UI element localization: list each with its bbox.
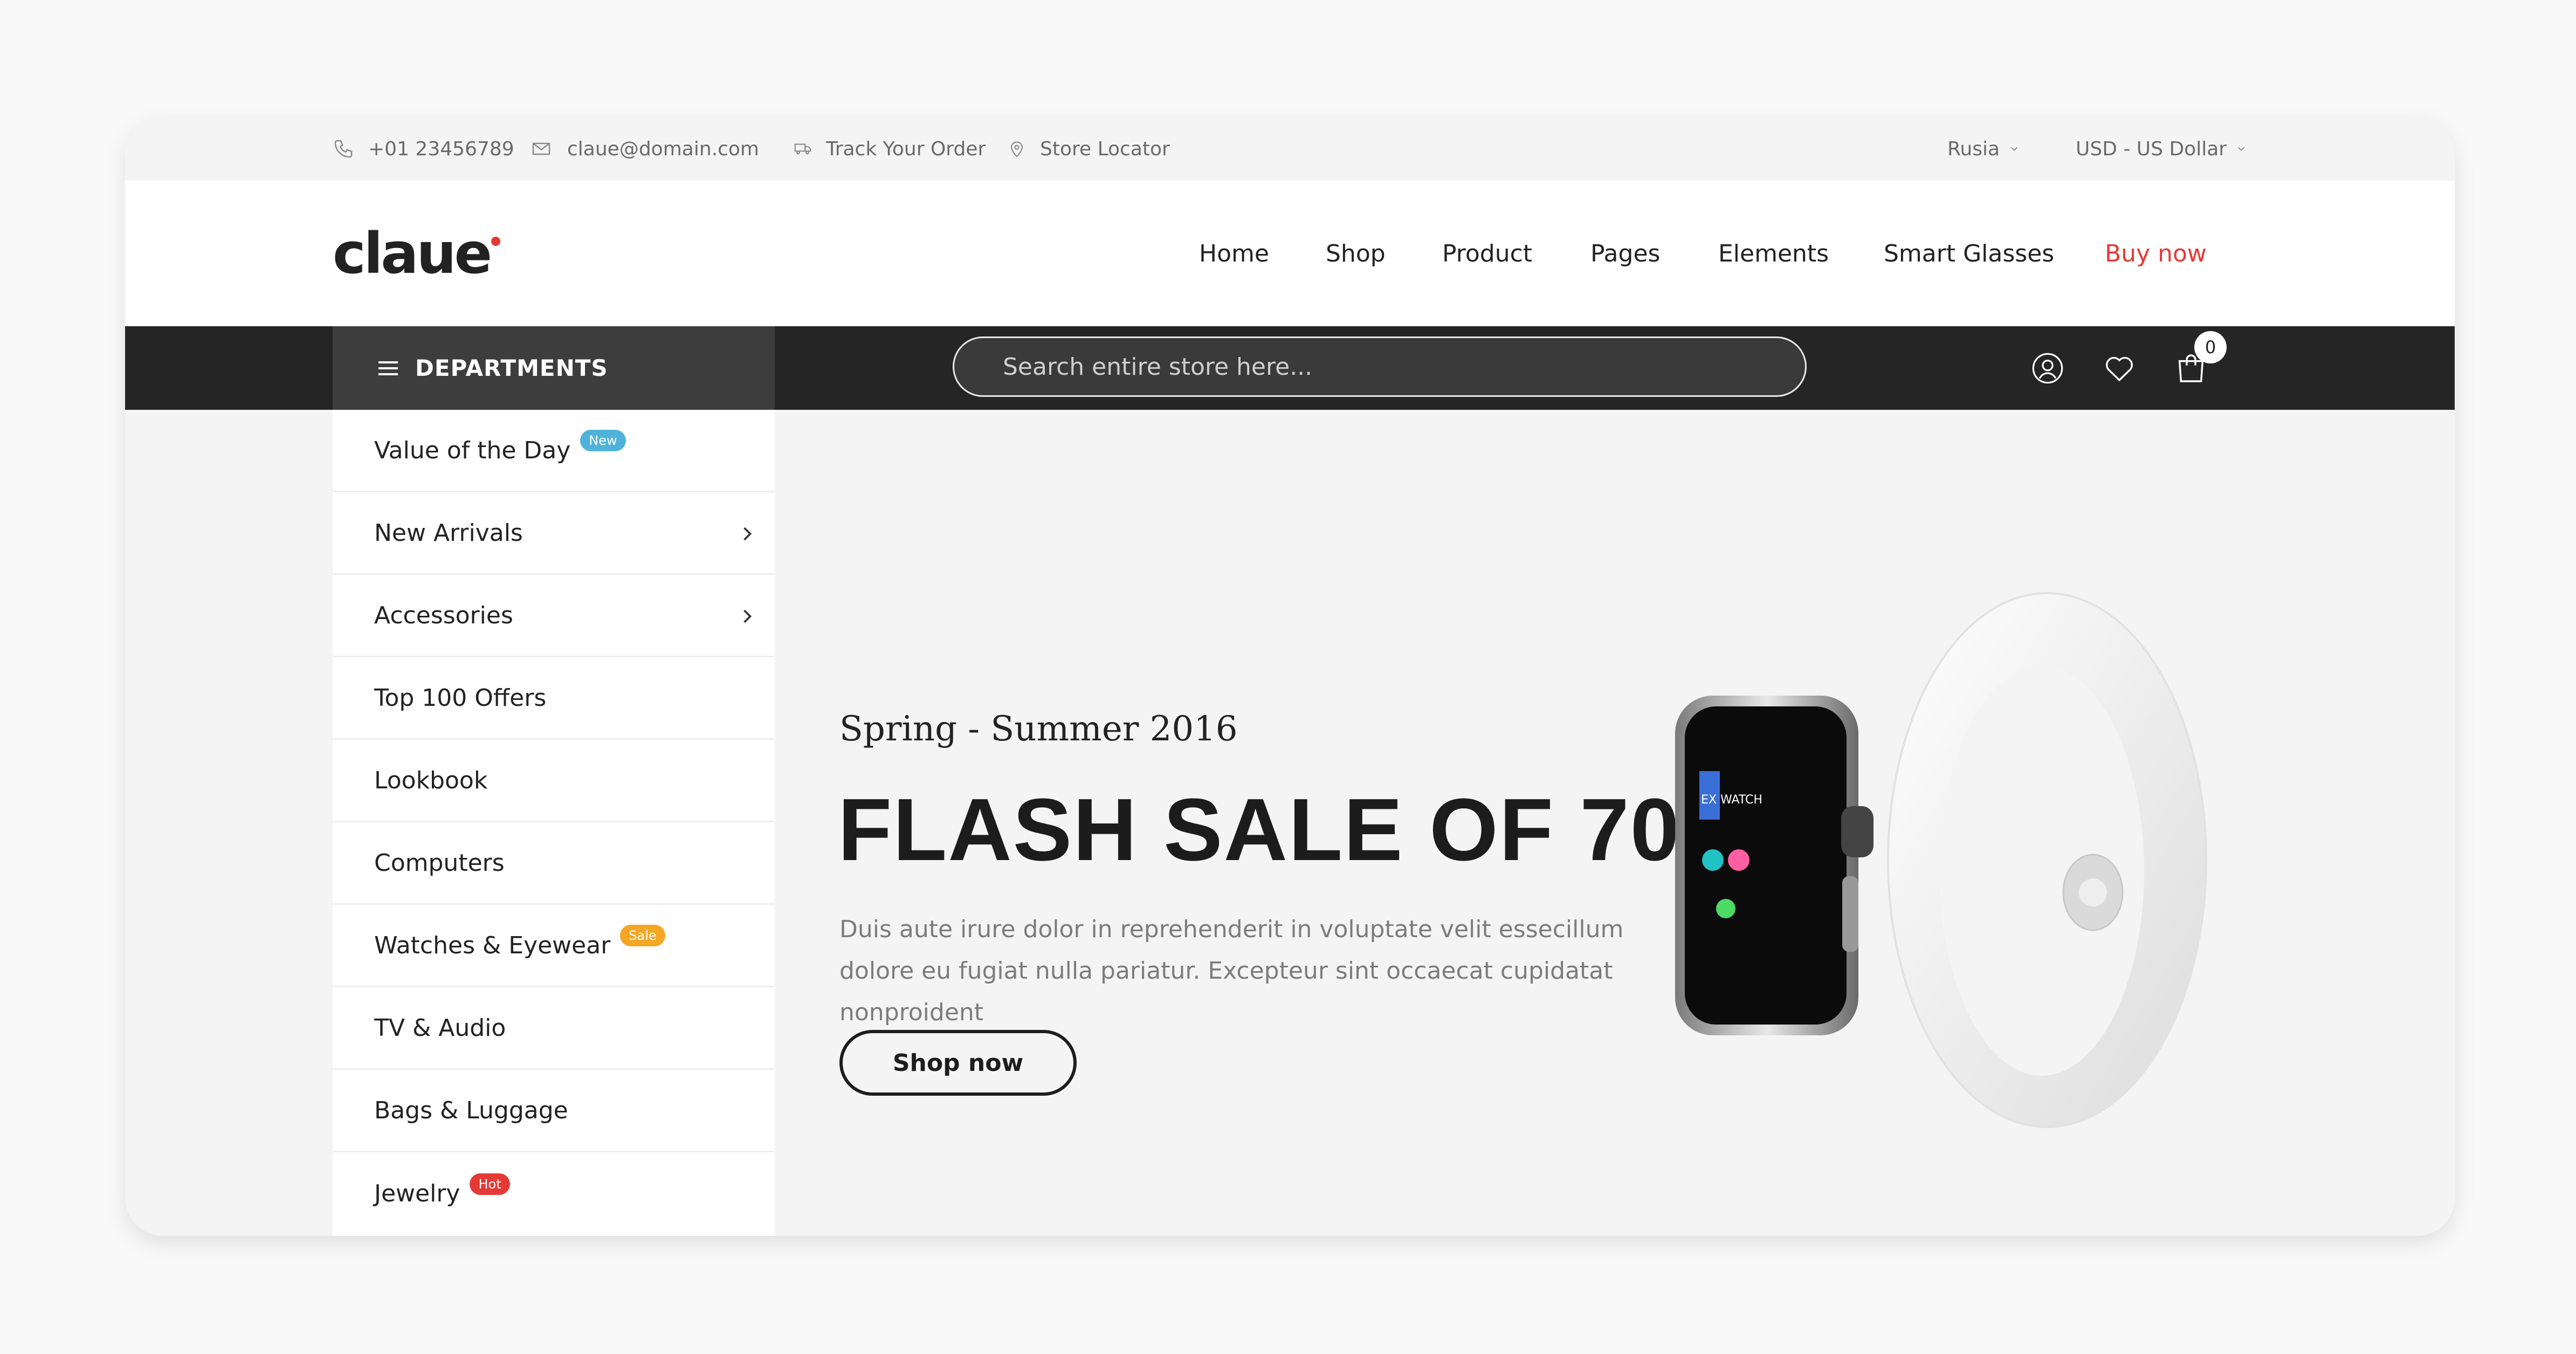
dept-item-label: Jewelry <box>374 1180 460 1207</box>
chevron-right-icon <box>741 492 753 575</box>
dept-item-label: Computers <box>374 849 505 877</box>
hero-banner: Spring - Summer 2016 FLASH SALE OF 70% D… <box>775 410 2455 1236</box>
location-pin-icon <box>1011 141 1023 157</box>
logo-text: claue <box>333 221 492 286</box>
departments-bar: DEPARTMENTS Search entire store here... … <box>125 326 2455 410</box>
dept-item-lookbook[interactable]: Lookbook <box>333 740 775 822</box>
store-locator-link[interactable]: Store Locator <box>1008 117 1170 181</box>
smartwatch-image: EX WATCH <box>1675 592 2207 1128</box>
dept-item-label: Accessories <box>374 601 513 629</box>
email-contact[interactable]: claue@domain.com <box>529 117 759 181</box>
sale-badge: Sale <box>620 925 665 946</box>
cart-count-badge: 0 <box>2194 331 2227 363</box>
nav-shop[interactable]: Shop <box>1326 181 1386 326</box>
dept-item-label: New Arrivals <box>374 519 523 547</box>
shop-now-button[interactable]: Shop now <box>839 1030 1077 1096</box>
departments-label: DEPARTMENTS <box>415 355 608 381</box>
top-bar: +01 23456789 claue@domain.com Track Your… <box>125 117 2455 181</box>
dept-item-jewelry[interactable]: Jewelry Hot <box>333 1152 775 1235</box>
currency-select[interactable]: USD - US Dollar <box>2076 117 2247 181</box>
search-placeholder: Search entire store here... <box>1003 353 1313 381</box>
dept-item-label: TV & Audio <box>374 1014 506 1042</box>
watch-screen-text: EX WATCH <box>1701 793 1762 807</box>
email-text: claue@domain.com <box>567 138 759 160</box>
dept-item-label: Top 100 Offers <box>374 684 547 712</box>
chevron-down-icon <box>2237 147 2245 152</box>
user-icon <box>2032 353 2063 383</box>
wishlist-button[interactable] <box>2102 326 2137 410</box>
phone-contact[interactable]: +01 23456789 <box>333 117 514 181</box>
departments-toggle[interactable]: DEPARTMENTS <box>333 326 775 410</box>
hero-description: Duis aute irure dolor in reprehenderit i… <box>839 916 1624 1026</box>
dept-item-top-100-offers[interactable]: Top 100 Offers <box>333 657 775 740</box>
nav-smart-glasses[interactable]: Smart Glasses <box>1884 181 2054 326</box>
dept-item-new-arrivals[interactable]: New Arrivals <box>333 492 775 575</box>
menu-icon <box>378 361 398 375</box>
currency-value: USD - US Dollar <box>2076 138 2227 160</box>
site-header: claue Home Shop Product Pages Elements S… <box>125 181 2455 326</box>
logo[interactable]: claue <box>333 181 501 326</box>
chevron-right-icon <box>741 575 753 657</box>
track-order-link[interactable]: Track Your Order <box>794 117 986 181</box>
search-input[interactable]: Search entire store here... <box>953 336 1807 397</box>
nav-home[interactable]: Home <box>1199 181 1269 326</box>
hot-badge: Hot <box>470 1173 510 1195</box>
dept-item-watches-eyewear[interactable]: Watches & Eyewear Sale <box>333 905 775 987</box>
dept-item-label: Lookbook <box>374 766 488 794</box>
nav-elements[interactable]: Elements <box>1718 181 1829 326</box>
country-select[interactable]: Rusia <box>1947 117 2020 181</box>
nav-pages[interactable]: Pages <box>1590 181 1660 326</box>
dept-item-label: Bags & Luggage <box>374 1096 568 1124</box>
nav-product[interactable]: Product <box>1442 181 1532 326</box>
new-badge: New <box>580 430 626 451</box>
dept-item-label: Value of the Day <box>374 436 571 464</box>
browser-frame: +01 23456789 claue@domain.com Track Your… <box>125 117 2455 1236</box>
phone-icon <box>334 140 353 158</box>
hero-subtitle: Spring - Summer 2016 <box>839 709 1238 749</box>
dept-item-accessories[interactable]: Accessories <box>333 575 775 657</box>
logo-dot <box>491 236 501 246</box>
mail-icon <box>532 142 550 155</box>
chevron-down-icon <box>2010 147 2018 152</box>
track-order-text: Track Your Order <box>826 138 986 160</box>
heart-icon <box>2106 356 2133 381</box>
dept-item-label: Watches & Eyewear <box>374 931 611 959</box>
dept-item-computers[interactable]: Computers <box>333 822 775 905</box>
nav-buy-now[interactable]: Buy now <box>2105 181 2207 326</box>
country-value: Rusia <box>1947 138 2000 160</box>
hero-title: FLASH SALE OF 70% <box>838 780 1760 879</box>
dept-item-bags-luggage[interactable]: Bags & Luggage <box>333 1070 775 1152</box>
truck-icon <box>794 143 811 155</box>
departments-menu: Value of the Day New New Arrivals Access… <box>333 410 775 1236</box>
store-locator-text: Store Locator <box>1040 138 1170 160</box>
dept-item-value-of-the-day[interactable]: Value of the Day New <box>333 410 775 492</box>
account-button[interactable] <box>2030 326 2065 410</box>
dept-item-tv-audio[interactable]: TV & Audio <box>333 987 775 1070</box>
phone-text: +01 23456789 <box>368 138 514 160</box>
